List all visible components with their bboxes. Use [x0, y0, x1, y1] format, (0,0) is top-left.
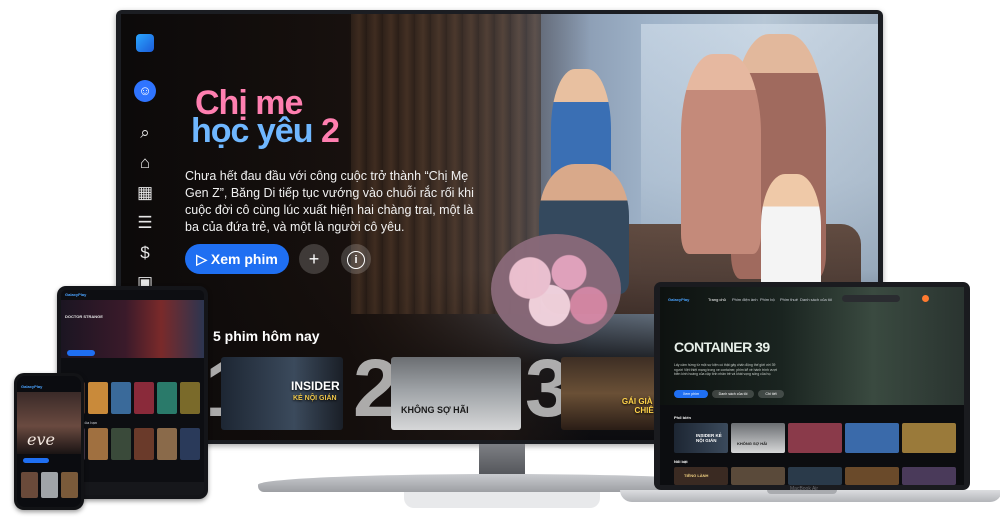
- phone-poster[interactable]: [21, 472, 38, 498]
- tablet-poster[interactable]: [88, 382, 108, 414]
- laptop-search-input[interactable]: [842, 295, 900, 302]
- hero-title-text: học yêu: [191, 112, 313, 150]
- laptop-watch-button[interactable]: Xem phim: [674, 390, 708, 398]
- laptop-nav-series[interactable]: Phim bộ: [760, 297, 775, 302]
- tablet-logo: GalaxyPlay: [65, 292, 87, 297]
- laptop-hero-title: CONTAINER 39: [674, 339, 770, 355]
- phone-poster[interactable]: [61, 472, 78, 498]
- hero-description: Chưa hết đau đầu với công cuộc trở thành…: [185, 169, 474, 234]
- phone-watch-button[interactable]: [23, 458, 49, 463]
- laptop-nav-rent[interactable]: Phim thuê: [780, 297, 798, 302]
- poster-title: KHÔNG SỢ HÃI: [401, 405, 469, 415]
- laptop-poster[interactable]: [845, 423, 899, 453]
- hero-actor: [681, 54, 761, 254]
- tablet-poster[interactable]: [180, 428, 200, 460]
- laptop-poster-title: KHÔNG SỢ HÃI: [737, 441, 768, 446]
- laptop-poster[interactable]: TIÊNG LÀNH: [674, 467, 728, 485]
- poster-subtitle: KẺ NỘI GIÁN: [293, 395, 337, 402]
- laptop-poster-title: INSIDER KẺ NỘI GIÁN: [696, 433, 722, 443]
- watch-button-label: Xem phim: [210, 251, 278, 267]
- profile-avatar[interactable]: ☺: [134, 80, 156, 102]
- phone-screen: GalaxyPlay eve: [17, 376, 81, 507]
- top5-heading: 5 phim hôm nay: [213, 328, 320, 344]
- laptop-logo: GalaxyPlay: [668, 297, 690, 302]
- poster-insider[interactable]: INSIDER KẺ NỘI GIÁN: [221, 357, 343, 430]
- play-icon: ▷: [196, 251, 211, 267]
- search-icon[interactable]: ⌕: [134, 122, 156, 144]
- phone-hero-title: eve: [27, 430, 55, 449]
- tablet-poster[interactable]: [111, 428, 131, 460]
- phone-logo: GalaxyPlay: [21, 384, 43, 389]
- tablet-poster[interactable]: [157, 382, 177, 414]
- tablet-watch-button[interactable]: [67, 350, 95, 356]
- laptop-nav-mylist[interactable]: Danh sách của tôi: [800, 297, 832, 302]
- hero-title-line2: học yêu 2: [191, 112, 340, 151]
- laptop-poster[interactable]: [788, 467, 842, 485]
- dollar-icon[interactable]: $: [134, 242, 156, 264]
- phone-poster[interactable]: [41, 472, 58, 498]
- tv-sidebar: ☺ ⌕ ⌂ ▦ ☰ $ ▣: [121, 14, 169, 314]
- info-button[interactable]: i: [341, 244, 371, 274]
- phone-device: GalaxyPlay eve: [14, 373, 84, 510]
- laptop-poster[interactable]: INSIDER KẺ NỘI GIÁN: [674, 423, 728, 453]
- laptop-info-button[interactable]: Chi tiết: [758, 390, 784, 398]
- tablet-poster[interactable]: [111, 382, 131, 414]
- laptop-nav-home[interactable]: Trang chủ: [708, 297, 726, 302]
- laptop-avatar[interactable]: [922, 295, 929, 302]
- watch-button[interactable]: ▷ Xem phim: [185, 244, 289, 274]
- galaxyplay-logo: [136, 34, 154, 52]
- tv-icon[interactable]: ☰: [134, 212, 156, 234]
- laptop-row-heading: Phổ biến: [674, 415, 691, 420]
- tablet-hero-title: DOCTOR STRANGE: [65, 314, 103, 319]
- laptop-poster[interactable]: [731, 467, 785, 485]
- laptop-mylist-button[interactable]: Danh sách của tôi: [712, 390, 754, 398]
- tv-stand-neck: [479, 444, 525, 474]
- laptop-poster[interactable]: [902, 423, 956, 453]
- home-icon[interactable]: ⌂: [134, 152, 156, 174]
- laptop-row-heading: Nổi bật: [674, 459, 688, 464]
- tablet-poster[interactable]: [134, 428, 154, 460]
- hero-title-number: 2: [320, 112, 340, 150]
- tablet-poster[interactable]: [134, 382, 154, 414]
- macbook-label: MacBook Air: [790, 486, 819, 492]
- hero-flowers: [491, 234, 621, 344]
- laptop-hero-description: Lấy cảm hứng từ một sự kiện có thật gây …: [674, 363, 777, 376]
- laptop-poster[interactable]: [845, 467, 899, 485]
- tv-stand-foot: [404, 492, 600, 508]
- laptop-poster[interactable]: [902, 467, 956, 485]
- tablet-poster[interactable]: [157, 428, 177, 460]
- tablet-poster[interactable]: [88, 428, 108, 460]
- poster-title: INSIDER: [291, 379, 340, 393]
- poster-khong-so-hai[interactable]: KHÔNG SỢ HÃI: [391, 357, 521, 430]
- laptop-screen: GalaxyPlay Trang chủ Phim điện ảnh Phim …: [660, 287, 964, 485]
- film-icon[interactable]: ▦: [134, 182, 156, 204]
- info-icon: i: [347, 251, 365, 269]
- laptop-poster[interactable]: [788, 423, 842, 453]
- laptop-poster-title: TIÊNG LÀNH: [684, 473, 709, 478]
- laptop-nav-movies[interactable]: Phim điện ảnh: [732, 297, 758, 302]
- laptop-poster[interactable]: KHÔNG SỢ HÃI: [731, 423, 785, 453]
- add-to-list-button[interactable]: +: [299, 244, 329, 274]
- tablet-poster[interactable]: [180, 382, 200, 414]
